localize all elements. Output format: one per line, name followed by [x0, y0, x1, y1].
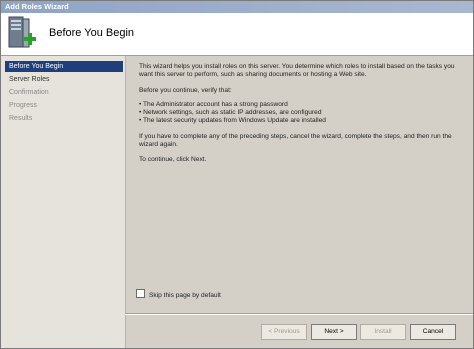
- cancel-note-text: If you have to complete any of the prece…: [139, 132, 452, 149]
- cancel-button[interactable]: Cancel: [410, 324, 456, 340]
- sidebar-item-before-you-begin[interactable]: Before You Begin: [5, 61, 123, 72]
- verify-text: Before you continue, verify that:: [139, 86, 232, 94]
- skip-page-checkbox[interactable]: [136, 289, 145, 298]
- add-roles-wizard-window: Add Roles Wizard Before You Begin Before…: [0, 0, 474, 349]
- button-bar-divider: [125, 313, 473, 315]
- skip-page-label: Skip this page by default: [149, 292, 221, 299]
- wizard-content: This wizard helps you install roles on t…: [139, 63, 459, 172]
- install-button[interactable]: Install: [360, 324, 406, 340]
- wizard-step-sidebar: Before You Begin Server Roles Confirmati…: [1, 56, 126, 348]
- intro-text: This wizard helps you install roles on t…: [139, 63, 455, 79]
- sidebar-item-server-roles[interactable]: Server Roles: [5, 74, 123, 85]
- title-bar[interactable]: Add Roles Wizard: [1, 1, 473, 13]
- sidebar-item-progress: Progress: [9, 102, 38, 109]
- bullet-item: • Network settings, such as static IP ad…: [139, 109, 322, 117]
- sidebar-item-confirmation: Confirmation: [9, 89, 49, 96]
- bullet-item: • The Administrator account has a strong…: [139, 100, 288, 108]
- server-add-icon: [8, 16, 36, 48]
- sidebar-item-results: Results: [9, 115, 33, 122]
- bullet-item: • The latest security updates from Windo…: [139, 117, 326, 125]
- page-title: Before You Begin: [49, 27, 135, 39]
- wizard-header: Before You Begin: [1, 13, 473, 56]
- skip-page-option[interactable]: Skip this page by default: [136, 289, 221, 299]
- next-button[interactable]: Next >: [311, 324, 357, 340]
- continue-note-text: To continue, click Next.: [139, 156, 207, 164]
- window-title: Add Roles Wizard: [5, 2, 69, 11]
- previous-button[interactable]: < Previous: [261, 324, 307, 340]
